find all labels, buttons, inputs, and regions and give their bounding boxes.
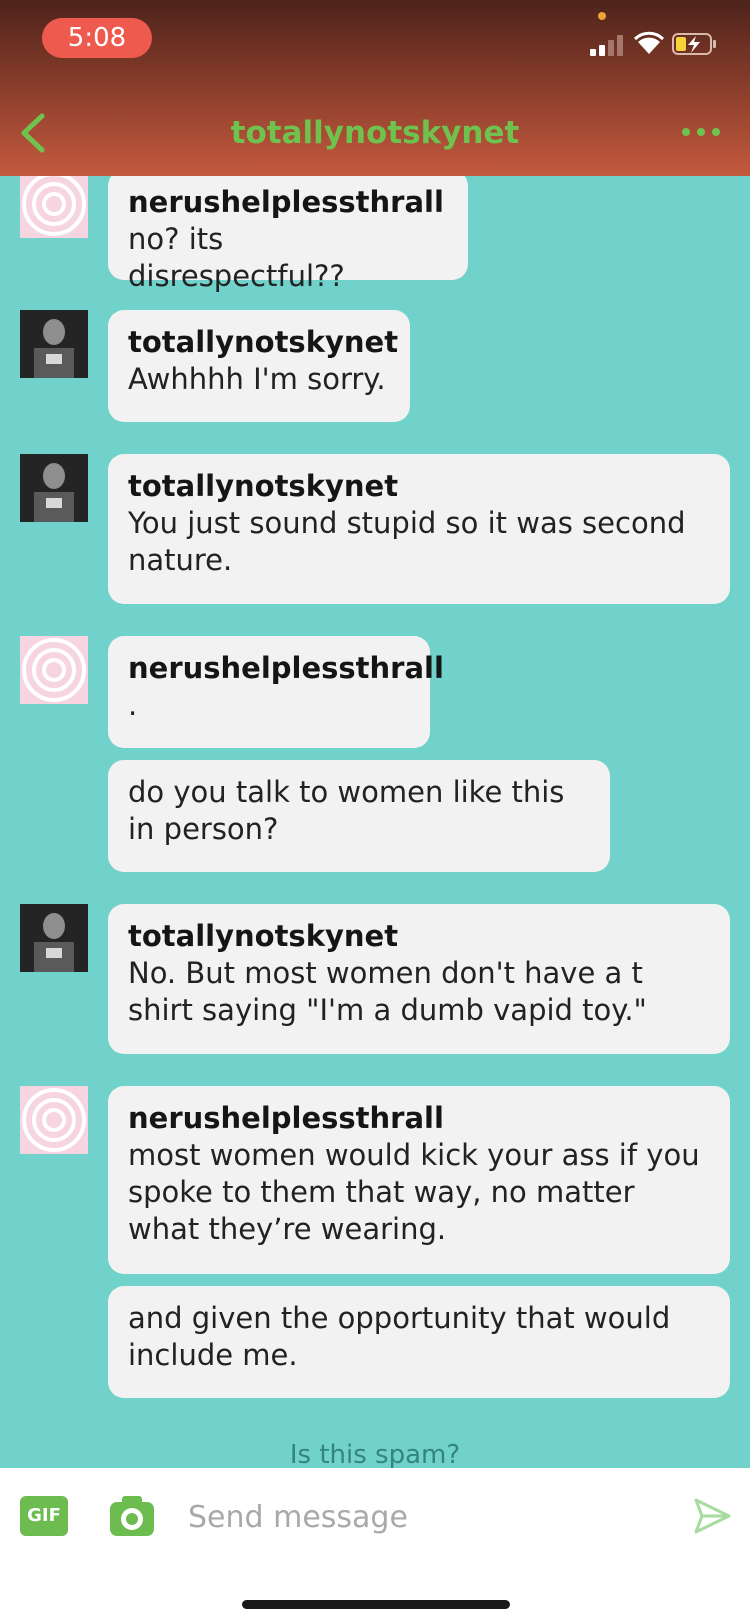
message-bubble[interactable]: totallynotskynet You just sound stupid s…	[108, 454, 730, 604]
spiral-avatar-icon	[22, 1088, 86, 1152]
more-options-button[interactable]	[676, 118, 726, 148]
camera-icon	[110, 1496, 154, 1536]
message-input[interactable]	[186, 1488, 660, 1546]
message-text: no? its disrespectful??	[128, 222, 345, 293]
home-indicator[interactable]	[242, 1600, 510, 1609]
message-text: and given the opportunity that would inc…	[128, 1301, 671, 1372]
avatar[interactable]	[20, 176, 88, 238]
sender-name[interactable]: totallynotskynet	[128, 468, 710, 505]
chevron-left-icon	[21, 113, 45, 153]
spiral-avatar-icon	[22, 176, 86, 236]
sender-name[interactable]: nerushelplessthrall	[128, 184, 448, 221]
message-list[interactable]: nerushelplessthrall no? its disrespectfu…	[0, 176, 750, 1468]
message-bubble[interactable]: totallynotskynet No. But most women don'…	[108, 904, 730, 1054]
avatar[interactable]	[20, 310, 88, 378]
privacy-indicator-dot	[598, 12, 606, 20]
more-dots-icon	[682, 128, 690, 136]
message-text: most women would kick your ass if you sp…	[128, 1138, 700, 1246]
message-bubble[interactable]: nerushelplessthrall most women would kic…	[108, 1086, 730, 1274]
sender-name[interactable]: totallynotskynet	[128, 324, 398, 361]
sender-name[interactable]: nerushelplessthrall	[128, 1100, 710, 1137]
message-bubble[interactable]: do you talk to women like this in person…	[108, 760, 610, 872]
conversation-title[interactable]: totallynotskynet	[150, 108, 600, 158]
camera-button[interactable]	[108, 1494, 156, 1538]
message-text: do you talk to women like this in person…	[128, 775, 565, 846]
message-text: .	[128, 688, 138, 722]
battery-charging-icon	[672, 33, 716, 55]
message-text: You just sound stupid so it was second n…	[128, 506, 686, 577]
gif-button[interactable]: GIF	[20, 1496, 68, 1536]
avatar[interactable]	[20, 636, 88, 704]
photo-avatar-icon	[20, 904, 88, 972]
message-bubble[interactable]: totallynotskynet Awhhhh I'm sorry.	[108, 310, 410, 422]
avatar[interactable]	[20, 904, 88, 972]
message-bubble[interactable]: nerushelplessthrall .	[108, 636, 444, 748]
send-button[interactable]	[692, 1496, 732, 1536]
message-bubble[interactable]: and given the opportunity that would inc…	[108, 1286, 730, 1398]
message-bubble[interactable]: nerushelplessthrall no? its disrespectfu…	[108, 176, 468, 293]
chat-header: 5:08 totallynotskynet	[0, 0, 750, 176]
sender-name[interactable]: totallynotskynet	[128, 918, 710, 955]
avatar[interactable]	[20, 454, 88, 522]
wifi-icon	[634, 31, 664, 54]
back-button[interactable]	[14, 108, 54, 158]
message-text: Awhhhh I'm sorry.	[128, 362, 386, 396]
photo-avatar-icon	[20, 310, 88, 378]
avatar[interactable]	[20, 1086, 88, 1154]
status-time: 5:08	[42, 18, 152, 58]
photo-avatar-icon	[20, 454, 88, 522]
report-spam-link[interactable]: Is this spam?	[0, 1440, 750, 1468]
signal-icon	[590, 34, 624, 56]
spiral-avatar-icon	[22, 638, 86, 702]
sender-name[interactable]: nerushelplessthrall	[128, 650, 444, 687]
message-text: No. But most women don't have a t shirt …	[128, 956, 647, 1027]
send-icon	[694, 1498, 731, 1534]
